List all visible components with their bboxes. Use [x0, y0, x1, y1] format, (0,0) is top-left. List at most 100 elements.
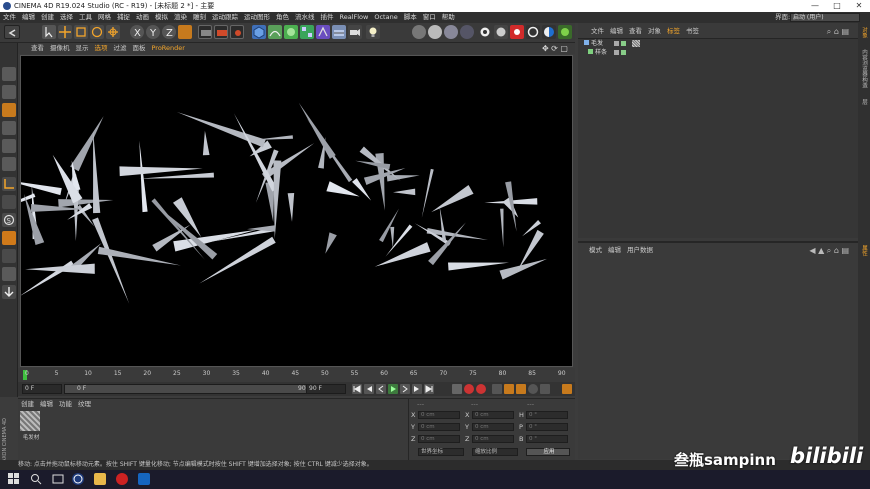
size-y-field[interactable]: 0 cm: [472, 423, 514, 431]
lock-workplane-icon[interactable]: [2, 231, 16, 245]
recorder-icon[interactable]: [116, 473, 128, 485]
size-mode-dropdown[interactable]: 缩放比例: [472, 448, 518, 456]
octane-sphere-icon[interactable]: [412, 25, 426, 39]
render-view-icon[interactable]: [198, 25, 212, 39]
down-arrow-icon[interactable]: [2, 285, 16, 299]
attr-nav-icons[interactable]: ◀ ▲ ⌕ ⌂ ▤: [806, 244, 852, 258]
auto-key-icon[interactable]: [476, 384, 486, 394]
goto-start-icon[interactable]: [352, 384, 362, 394]
viewport-menu-panel[interactable]: 面板: [130, 43, 149, 54]
menu-file[interactable]: 文件: [0, 12, 19, 23]
visibility-dot-icon[interactable]: [614, 41, 619, 46]
snap-icon[interactable]: S: [2, 213, 16, 227]
coord-system-icon[interactable]: [178, 25, 192, 39]
minimize-icon[interactable]: —: [804, 0, 826, 12]
menu-realflow[interactable]: RealFlow: [337, 12, 372, 23]
octane-sphere2-icon[interactable]: [428, 25, 442, 39]
pointer-icon[interactable]: [42, 25, 56, 39]
close-icon[interactable]: ✕: [848, 0, 870, 12]
move-key-icon[interactable]: [492, 384, 502, 394]
viewport-menu-camera[interactable]: 摄像机: [47, 43, 73, 54]
pla-key-icon[interactable]: [540, 384, 550, 394]
size-z-field[interactable]: 0 cm: [472, 435, 514, 443]
menu-window[interactable]: 窗口: [420, 12, 439, 23]
viewport-menu-options[interactable]: 选项: [92, 43, 111, 54]
visibility-dot-icon[interactable]: [614, 50, 619, 55]
octane-circle-icon[interactable]: [494, 25, 508, 39]
recent-icon[interactable]: [106, 25, 120, 39]
scale-icon[interactable]: [74, 25, 88, 39]
material-tab-create[interactable]: 创建: [18, 399, 37, 409]
attr-menu-edit[interactable]: 编辑: [605, 243, 624, 257]
viewport-menu-filter[interactable]: 过滤: [111, 43, 130, 54]
next-frame-icon[interactable]: [400, 384, 410, 394]
make-editable-icon[interactable]: [2, 67, 16, 81]
menu-help[interactable]: 帮助: [439, 12, 458, 23]
pos-y-field[interactable]: 0 cm: [418, 423, 460, 431]
maximize-icon[interactable]: □: [826, 0, 848, 12]
timeline-range-slider[interactable]: 0 F 90 F: [64, 384, 314, 394]
pos-z-field[interactable]: 0 cm: [418, 435, 460, 443]
material-tag-icon[interactable]: [632, 40, 640, 47]
obj-menu-file[interactable]: 文件: [588, 26, 607, 37]
points-mode-icon[interactable]: [2, 121, 16, 135]
obj-menu-bookmarks[interactable]: 书签: [683, 26, 702, 37]
apply-button[interactable]: 应用: [526, 448, 570, 456]
perspective-viewport[interactable]: [20, 55, 573, 367]
object-search-icon[interactable]: ⌕ ⌂ ▤: [824, 26, 852, 37]
record-keys-icon[interactable]: [464, 384, 474, 394]
menu-simulate[interactable]: 模拟: [152, 12, 171, 23]
material-swatch[interactable]: [20, 411, 40, 431]
menu-snap[interactable]: 捕捉: [114, 12, 133, 23]
undo-icon[interactable]: [4, 25, 20, 39]
menu-character[interactable]: 角色: [273, 12, 292, 23]
enabled-check-icon[interactable]: [621, 41, 626, 46]
next-key-icon[interactable]: [412, 384, 422, 394]
obj-menu-edit[interactable]: 编辑: [607, 26, 626, 37]
file-explorer-icon[interactable]: [94, 473, 106, 485]
pen-spline-icon[interactable]: [268, 25, 282, 39]
octane-sphere3-icon[interactable]: [444, 25, 458, 39]
menu-create[interactable]: 创建: [38, 12, 57, 23]
task-view-icon[interactable]: [52, 473, 64, 485]
octane-ring-icon[interactable]: [526, 25, 540, 39]
prev-key-icon[interactable]: [364, 384, 374, 394]
environment-icon[interactable]: [332, 25, 346, 39]
search-icon[interactable]: [30, 473, 42, 485]
viewport-menu-view[interactable]: 查看: [28, 43, 47, 54]
cube-icon[interactable]: [252, 25, 266, 39]
menu-tools[interactable]: 工具: [76, 12, 95, 23]
tweak-mode-icon[interactable]: [2, 195, 16, 209]
object-row-fur[interactable]: 毛发: [584, 40, 640, 48]
side-tab-objects[interactable]: 对象: [859, 27, 869, 38]
cinema4d-taskbar-icon[interactable]: [72, 473, 84, 485]
prev-frame-icon[interactable]: [376, 384, 386, 394]
pos-x-field[interactable]: 0 cm: [418, 411, 460, 419]
axis-mode-icon[interactable]: [2, 177, 16, 191]
play-icon[interactable]: [388, 384, 398, 394]
menu-octane[interactable]: Octane: [371, 12, 400, 23]
octane-half-icon[interactable]: [542, 25, 556, 39]
texture-mode-icon[interactable]: [2, 85, 16, 99]
side-tab-content-browser[interactable]: 内容浏览器: [859, 49, 869, 77]
render-picture-viewer-icon[interactable]: [214, 25, 228, 39]
material-name[interactable]: 毛发材: [18, 433, 44, 441]
timeline-ruler[interactable]: 0 5 10 15 20 25 30 35 40 45 50 55 60 65 70 75 80 85 90: [18, 368, 575, 382]
windows-start-icon[interactable]: [8, 473, 20, 485]
goto-end-icon[interactable]: [424, 384, 434, 394]
workplane-icon[interactable]: [2, 103, 16, 117]
side-tab-structure[interactable]: 构造: [859, 77, 869, 88]
subdivision-icon[interactable]: [284, 25, 298, 39]
octane-sphere4-icon[interactable]: [460, 25, 474, 39]
menu-render[interactable]: 渲染: [171, 12, 190, 23]
current-frame-field[interactable]: 0 F: [22, 384, 62, 394]
object-row-spline[interactable]: 样条: [588, 49, 626, 57]
y-axis-icon[interactable]: Y: [146, 25, 160, 39]
side-tab-layers[interactable]: 层: [859, 99, 869, 105]
cloner-icon[interactable]: [300, 25, 314, 39]
material-tab-edit[interactable]: 编辑: [37, 399, 56, 409]
deformer-icon[interactable]: [316, 25, 330, 39]
attr-menu-mode[interactable]: 模式: [586, 243, 605, 257]
x-axis-icon[interactable]: X: [130, 25, 144, 39]
side-tab-attributes[interactable]: 属性: [859, 245, 869, 256]
